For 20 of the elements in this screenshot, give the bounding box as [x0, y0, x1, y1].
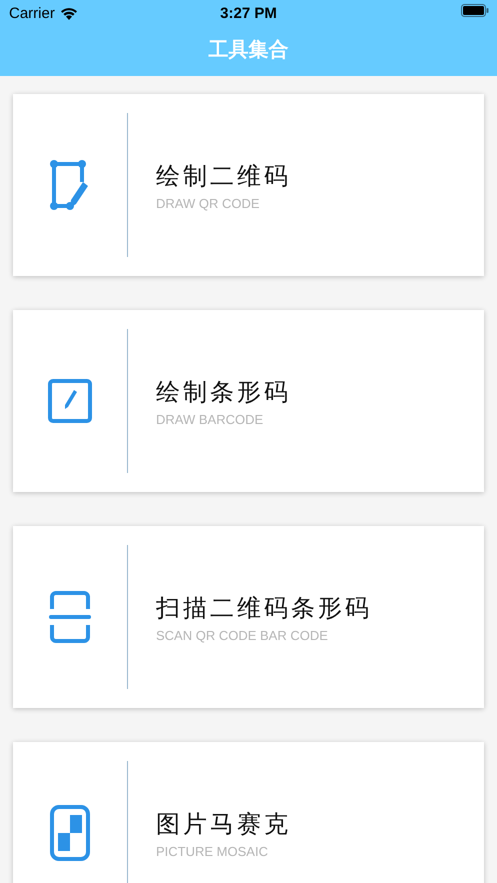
tool-title: 扫描二维码条形码 — [156, 594, 372, 624]
mosaic-icon — [50, 805, 90, 861]
scan-icon — [48, 589, 92, 645]
wifi-icon — [60, 6, 78, 20]
tool-card[interactable]: 扫描二维码条形码 SCAN QR CODE BAR CODE — [13, 526, 484, 708]
tool-card[interactable]: 绘制条形码 DRAW BARCODE — [13, 310, 484, 492]
carrier-label: Carrier — [9, 4, 55, 22]
tool-card[interactable]: 图片马赛克 PICTURE MOSAIC — [13, 742, 484, 883]
tool-subtitle: DRAW QR CODE — [156, 196, 261, 210]
tool-subtitle: SCAN QR CODE BAR CODE — [156, 628, 329, 642]
tool-card[interactable]: 绘制二维码 DRAW QR CODE — [13, 94, 484, 276]
tool-subtitle: DRAW BARCODE — [156, 412, 264, 426]
battery-icon — [461, 4, 489, 17]
tool-title: 绘制二维码 — [156, 162, 291, 192]
pencil-square-icon — [48, 379, 92, 423]
nav-title: 工具集合 — [208, 38, 288, 62]
tool-title: 绘制条形码 — [156, 378, 291, 408]
clock-time: 3:27 PM — [220, 4, 277, 22]
tool-subtitle: PICTURE MOSAIC — [156, 844, 269, 858]
tool-title: 图片马赛克 — [156, 810, 291, 840]
